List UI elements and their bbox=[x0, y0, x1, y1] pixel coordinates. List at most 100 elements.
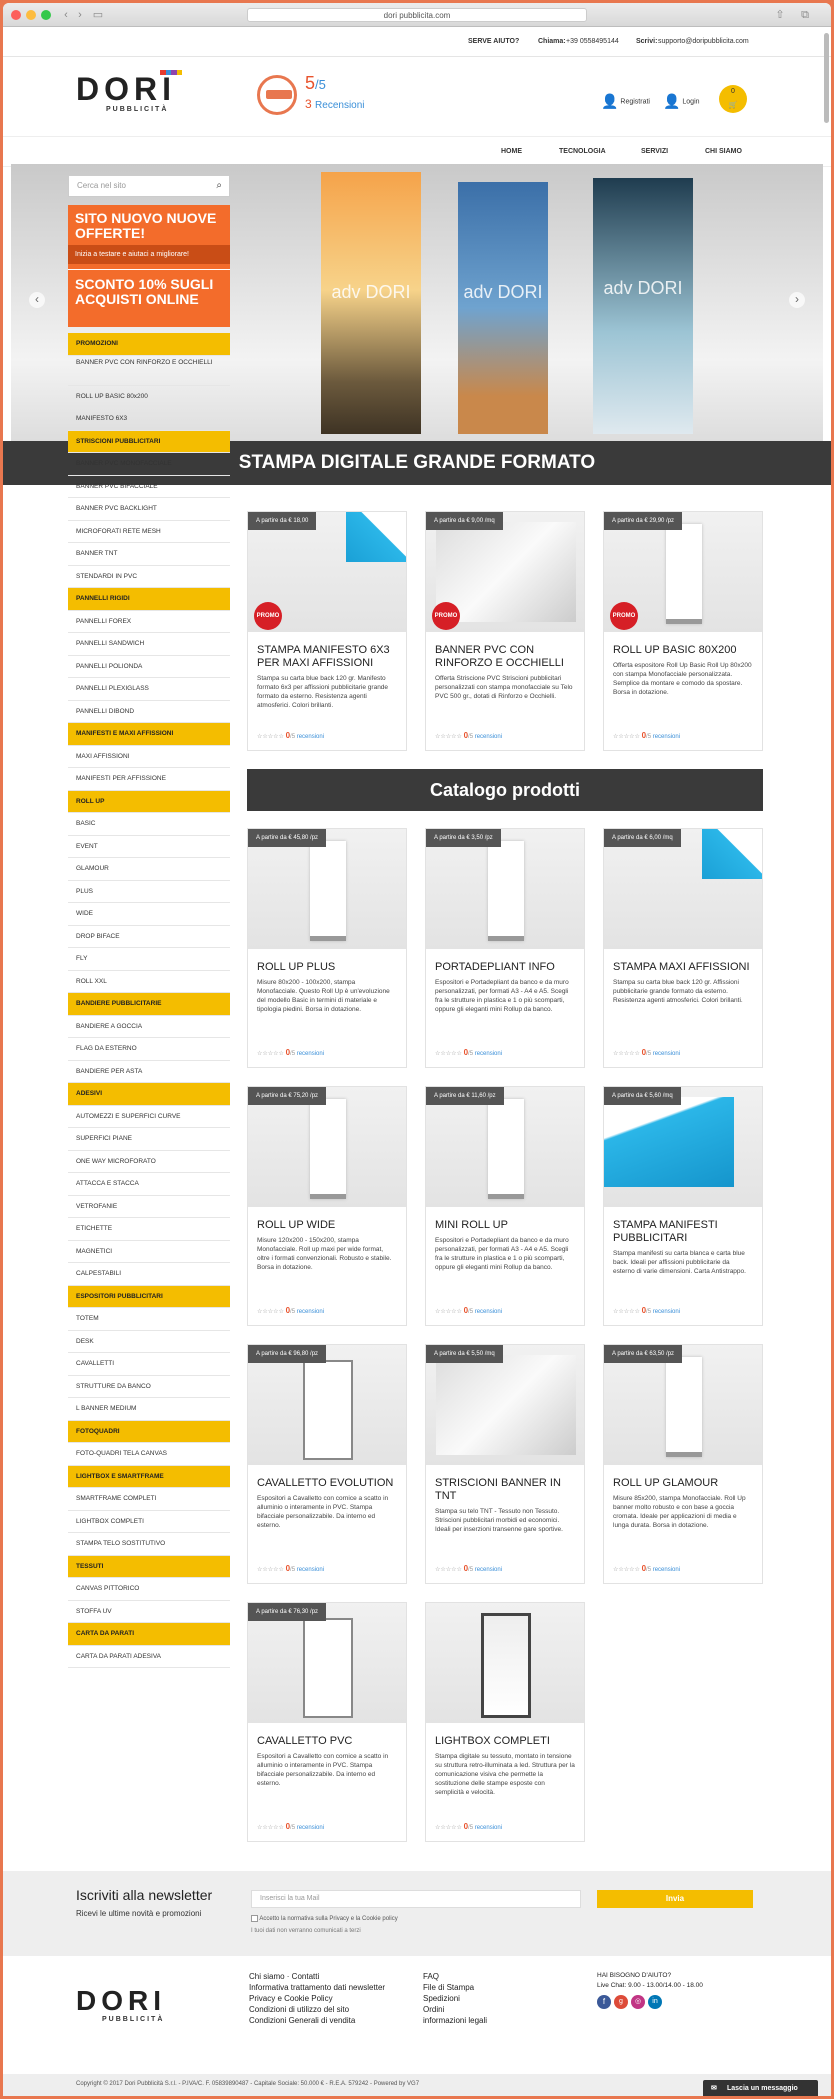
product-title[interactable]: ROLL UP PLUS bbox=[257, 961, 397, 974]
product-title[interactable]: PORTADEPLIANT INFO bbox=[435, 961, 575, 974]
product-image[interactable]: A partire da € 9,00 /mq PROMO bbox=[426, 512, 584, 632]
product-image[interactable]: A partire da € 45,80 /pz bbox=[248, 829, 406, 949]
footer-link[interactable]: Ordini bbox=[423, 2004, 487, 2015]
sidebar-item[interactable]: PANNELLI SANDWICH bbox=[68, 633, 230, 656]
sidebar-item[interactable]: BANDIERE PER ASTA bbox=[68, 1061, 230, 1083]
sidebar-category-header[interactable]: ADESIVI bbox=[68, 1083, 230, 1106]
product-rating[interactable]: ☆☆☆☆☆ 0/5 recensioni bbox=[257, 1048, 324, 1057]
footer-link[interactable]: FAQ bbox=[423, 1971, 487, 1982]
linkedin-icon[interactable]: in bbox=[648, 1995, 662, 2009]
sidebar-item[interactable]: PLUS bbox=[68, 881, 230, 903]
product-rating[interactable]: ☆☆☆☆☆ 0/5 recensioni bbox=[435, 1048, 502, 1057]
product-image[interactable]: A partire da € 5,60 /mq bbox=[604, 1087, 762, 1207]
product-image[interactable]: A partire da € 63,50 /pz bbox=[604, 1345, 762, 1465]
sidebar-category-header[interactable]: LIGHTBOX E SMARTFRAME bbox=[68, 1465, 230, 1488]
product-title[interactable]: CAVALLETTO PVC bbox=[257, 1735, 397, 1748]
product-image[interactable]: A partire da € 18,00 PROMO bbox=[248, 512, 406, 632]
product-rating[interactable]: ☆☆☆☆☆ 0/5 recensioni bbox=[435, 731, 502, 740]
product-card[interactable]: A partire da € 76,30 /pz CAVALLETTO PVC Es… bbox=[247, 1602, 407, 1842]
minimize-window-icon[interactable] bbox=[26, 10, 36, 20]
footer-link[interactable]: Spedizioni bbox=[423, 1993, 487, 2004]
product-image[interactable] bbox=[426, 1603, 584, 1723]
sidebar-item[interactable]: L BANNER MEDIUM bbox=[68, 1398, 230, 1421]
product-image[interactable]: A partire da € 96,80 /pz bbox=[248, 1345, 406, 1465]
sidebar-item[interactable]: BANNER PVC BACKLIGHT bbox=[68, 498, 230, 521]
facebook-icon[interactable]: f bbox=[597, 1995, 611, 2009]
phone-number[interactable]: +39 0558495144 bbox=[566, 38, 619, 45]
privacy-consent[interactable]: Accetto la normativa sulla Privacy e la … bbox=[251, 1915, 398, 1922]
product-rating[interactable]: ☆☆☆☆☆ 0/5 recensioni bbox=[435, 1822, 502, 1831]
sidebar-item[interactable]: ROLL UP BASIC 80x200 bbox=[68, 386, 230, 408]
product-card[interactable]: A partire da € 96,80 /pz CAVALLETTO EVOLU… bbox=[247, 1344, 407, 1584]
product-rating[interactable]: ☆☆☆☆☆ 0/5 recensioni bbox=[435, 1564, 502, 1573]
sidebar-item[interactable]: SUPERFICI PIANE bbox=[68, 1128, 230, 1151]
footer-link[interactable]: Chi siamo · Contatti bbox=[249, 1971, 385, 1982]
sidebar-item[interactable]: MAXI AFFISSIONI bbox=[68, 746, 230, 768]
sidebar-category-header[interactable]: ESPOSITORI PUBBLICITARI bbox=[68, 1285, 230, 1308]
sidebar-category-header[interactable]: ROLL UP bbox=[68, 790, 230, 813]
sidebar-item[interactable]: DESK bbox=[68, 1331, 230, 1353]
sidebar-category-header[interactable]: CARTA DA PARATI bbox=[68, 1623, 230, 1646]
tabs-icon[interactable]: ⧉ bbox=[798, 8, 812, 22]
sidebar-item[interactable]: BANNER PVC BIFACCIALE bbox=[68, 476, 230, 498]
product-rating[interactable]: ☆☆☆☆☆ 0/5 recensioni bbox=[613, 731, 680, 740]
sidebar-item[interactable]: BANNER PVC MONOFACCIALE bbox=[68, 453, 230, 476]
instagram-icon[interactable]: ◎ bbox=[631, 1995, 645, 2009]
sidebar-item[interactable]: ETICHETTE bbox=[68, 1218, 230, 1241]
sidebar-item[interactable]: STAMPA TELO SOSTITUTIVO bbox=[68, 1533, 230, 1556]
menu-home[interactable]: HOME bbox=[501, 148, 522, 155]
product-image[interactable]: A partire da € 75,20 /pz bbox=[248, 1087, 406, 1207]
product-rating[interactable]: ☆☆☆☆☆ 0/5 recensioni bbox=[613, 1306, 680, 1315]
product-card[interactable]: A partire da € 5,60 /mq STAMPA MANIFESTI … bbox=[603, 1086, 763, 1326]
sidebar-item[interactable]: PANNELLI POLIONDA bbox=[68, 656, 230, 678]
sidebar-item[interactable]: TOTEM bbox=[68, 1308, 230, 1331]
search-icon[interactable]: ⌕ bbox=[216, 176, 222, 196]
sidebar-item[interactable]: AUTOMEZZI E SUPERFICI CURVE bbox=[68, 1106, 230, 1128]
product-image[interactable]: A partire da € 29,90 /pz PROMO bbox=[604, 512, 762, 632]
sidebar-item[interactable]: PANNELLI PLEXIGLASS bbox=[68, 678, 230, 701]
new-site-promo[interactable]: SITO NUOVO NUOVE OFFERTE! Inizia a testar… bbox=[68, 205, 230, 269]
sidebar-item[interactable]: ROLL XXL bbox=[68, 971, 230, 993]
sidebar-item[interactable]: STRUTTURE DA BANCO bbox=[68, 1376, 230, 1398]
sidebar-item[interactable]: GLAMOUR bbox=[68, 858, 230, 881]
product-image[interactable]: A partire da € 3,50 /pz bbox=[426, 829, 584, 949]
product-card[interactable]: A partire da € 9,00 /mq PROMO BANNER PVC C… bbox=[425, 511, 585, 751]
consent-checkbox[interactable] bbox=[251, 1915, 258, 1922]
sidebar-item[interactable]: SMARTFRAME COMPLETI bbox=[68, 1488, 230, 1511]
register-link[interactable]: 👤 Registrati bbox=[601, 93, 650, 110]
sidebar-item[interactable]: WIDE bbox=[68, 903, 230, 926]
sidebar-item[interactable]: STOFFA UV bbox=[68, 1601, 230, 1623]
sidebar-item[interactable]: ATTACCA E STACCA bbox=[68, 1173, 230, 1196]
product-title[interactable]: STAMPA MANIFESTI PUBBLICITARI bbox=[613, 1219, 753, 1245]
product-card[interactable]: A partire da € 29,90 /pz PROMO ROLL UP BAS… bbox=[603, 511, 763, 751]
sidebar-item[interactable]: LIGHTBOX COMPLETI bbox=[68, 1511, 230, 1533]
product-image[interactable]: A partire da € 5,50 /mq bbox=[426, 1345, 584, 1465]
maximize-window-icon[interactable] bbox=[41, 10, 51, 20]
footer-link[interactable]: Condizioni di utilizzo del sito bbox=[249, 2004, 385, 2015]
sidebar-category-header[interactable]: STRISCIONI PUBBLICITARI bbox=[68, 430, 230, 453]
product-title[interactable]: MINI ROLL UP bbox=[435, 1219, 575, 1232]
site-logo[interactable]: DORI PUBBLICITÀ bbox=[76, 70, 182, 113]
sidebar-item[interactable]: FLY bbox=[68, 948, 230, 971]
footer-link[interactable]: Condizioni Generali di vendita bbox=[249, 2015, 385, 2026]
back-arrow-icon[interactable]: ‹ bbox=[59, 8, 73, 22]
newsletter-submit-button[interactable]: Invia bbox=[597, 1890, 753, 1908]
support-email[interactable]: supporto@doripubblicita.com bbox=[658, 38, 749, 45]
sidebar-item[interactable]: FOTO-QUADRI TELA CANVAS bbox=[68, 1443, 230, 1466]
product-image[interactable]: A partire da € 11,60 /pz bbox=[426, 1087, 584, 1207]
sidebar-item[interactable]: MICROFORATI RETE MESH bbox=[68, 521, 230, 543]
sidebar-item[interactable]: MANIFESTI PER AFFISSIONE bbox=[68, 768, 230, 791]
sidebar-category-header[interactable]: BANDIERE PUBBLICITARIE bbox=[68, 993, 230, 1016]
share-icon[interactable]: ⇧ bbox=[773, 8, 787, 22]
product-rating[interactable]: ☆☆☆☆☆ 0/5 recensioni bbox=[257, 1306, 324, 1315]
product-rating[interactable]: ☆☆☆☆☆ 0/5 recensioni bbox=[435, 1306, 502, 1315]
product-rating[interactable]: ☆☆☆☆☆ 0/5 recensioni bbox=[257, 731, 324, 740]
product-title[interactable]: STAMPA MANIFESTO 6X3 PER MAXI AFFISSIONI bbox=[257, 644, 397, 670]
product-card[interactable]: A partire da € 45,80 /pz ROLL UP PLUS Misu… bbox=[247, 828, 407, 1068]
sidebar-item[interactable]: BASIC bbox=[68, 813, 230, 836]
footer-link[interactable]: informazioni legali bbox=[423, 2015, 487, 2026]
footer-link[interactable]: Informativa trattamento dati newsletter bbox=[249, 1982, 385, 1993]
sidebar-item[interactable]: CALPESTABILI bbox=[68, 1263, 230, 1286]
sidebar-item[interactable]: DROP BIFACE bbox=[68, 926, 230, 948]
search-input[interactable]: Cerca nel sito ⌕ bbox=[68, 175, 230, 197]
